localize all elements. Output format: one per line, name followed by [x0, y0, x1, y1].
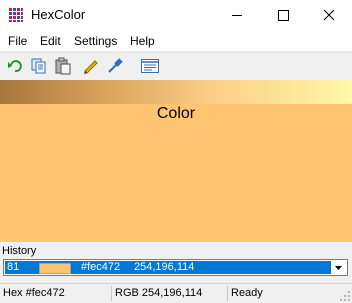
history-rgb: 254,196,114	[134, 261, 195, 273]
menu-bar: File Edit Settings Help	[0, 31, 352, 51]
chevron-down-icon	[335, 266, 342, 270]
undo-icon	[8, 60, 22, 72]
menu-edit[interactable]: Edit	[40, 34, 61, 48]
undo-button[interactable]	[6, 57, 24, 75]
details-button[interactable]	[140, 57, 159, 75]
history-index: 81	[7, 261, 20, 273]
history-color-swatch	[39, 263, 71, 274]
eyedropper-icon	[108, 58, 123, 73]
details-icon	[141, 59, 159, 73]
color-label: Color	[156, 105, 196, 122]
history-hex: #fec472	[81, 261, 121, 273]
highlight-button[interactable]	[82, 57, 100, 75]
menu-file[interactable]: File	[8, 34, 27, 48]
menu-help[interactable]: Help	[130, 34, 155, 48]
minimize-icon	[232, 15, 242, 16]
maximize-button[interactable]	[260, 0, 306, 31]
toolbar	[0, 52, 352, 81]
history-selected-item: 81 #fec472 254,196,114	[5, 261, 332, 274]
history-dropdown[interactable]: 81 #fec472 254,196,114	[3, 259, 348, 276]
maximize-icon	[278, 10, 289, 21]
window-title: HexColor	[31, 7, 86, 22]
minimize-button[interactable]	[214, 0, 260, 31]
paste-icon	[55, 57, 71, 75]
status-bar: Hex #fec472 RGB 254,196,114 Ready	[0, 283, 352, 303]
history-label: History	[2, 245, 37, 257]
status-rgb: RGB 254,196,114	[111, 286, 227, 301]
eyedropper-button[interactable]	[106, 57, 124, 75]
menu-settings[interactable]: Settings	[74, 34, 117, 48]
dropdown-button[interactable]	[331, 261, 346, 274]
close-button[interactable]	[306, 0, 352, 31]
paste-button[interactable]	[54, 57, 72, 75]
shade-gradient-bar[interactable]	[0, 80, 352, 104]
close-icon	[323, 9, 335, 21]
status-hex: Hex #fec472	[3, 287, 65, 299]
title-bar: HexColor	[0, 0, 352, 31]
app-icon	[8, 7, 24, 23]
copy-icon	[31, 58, 46, 74]
status-state: Ready	[227, 286, 339, 301]
resize-grip-icon[interactable]	[339, 290, 351, 302]
highlighter-icon	[84, 60, 98, 74]
copy-button[interactable]	[30, 57, 48, 75]
color-swatch	[0, 104, 352, 242]
